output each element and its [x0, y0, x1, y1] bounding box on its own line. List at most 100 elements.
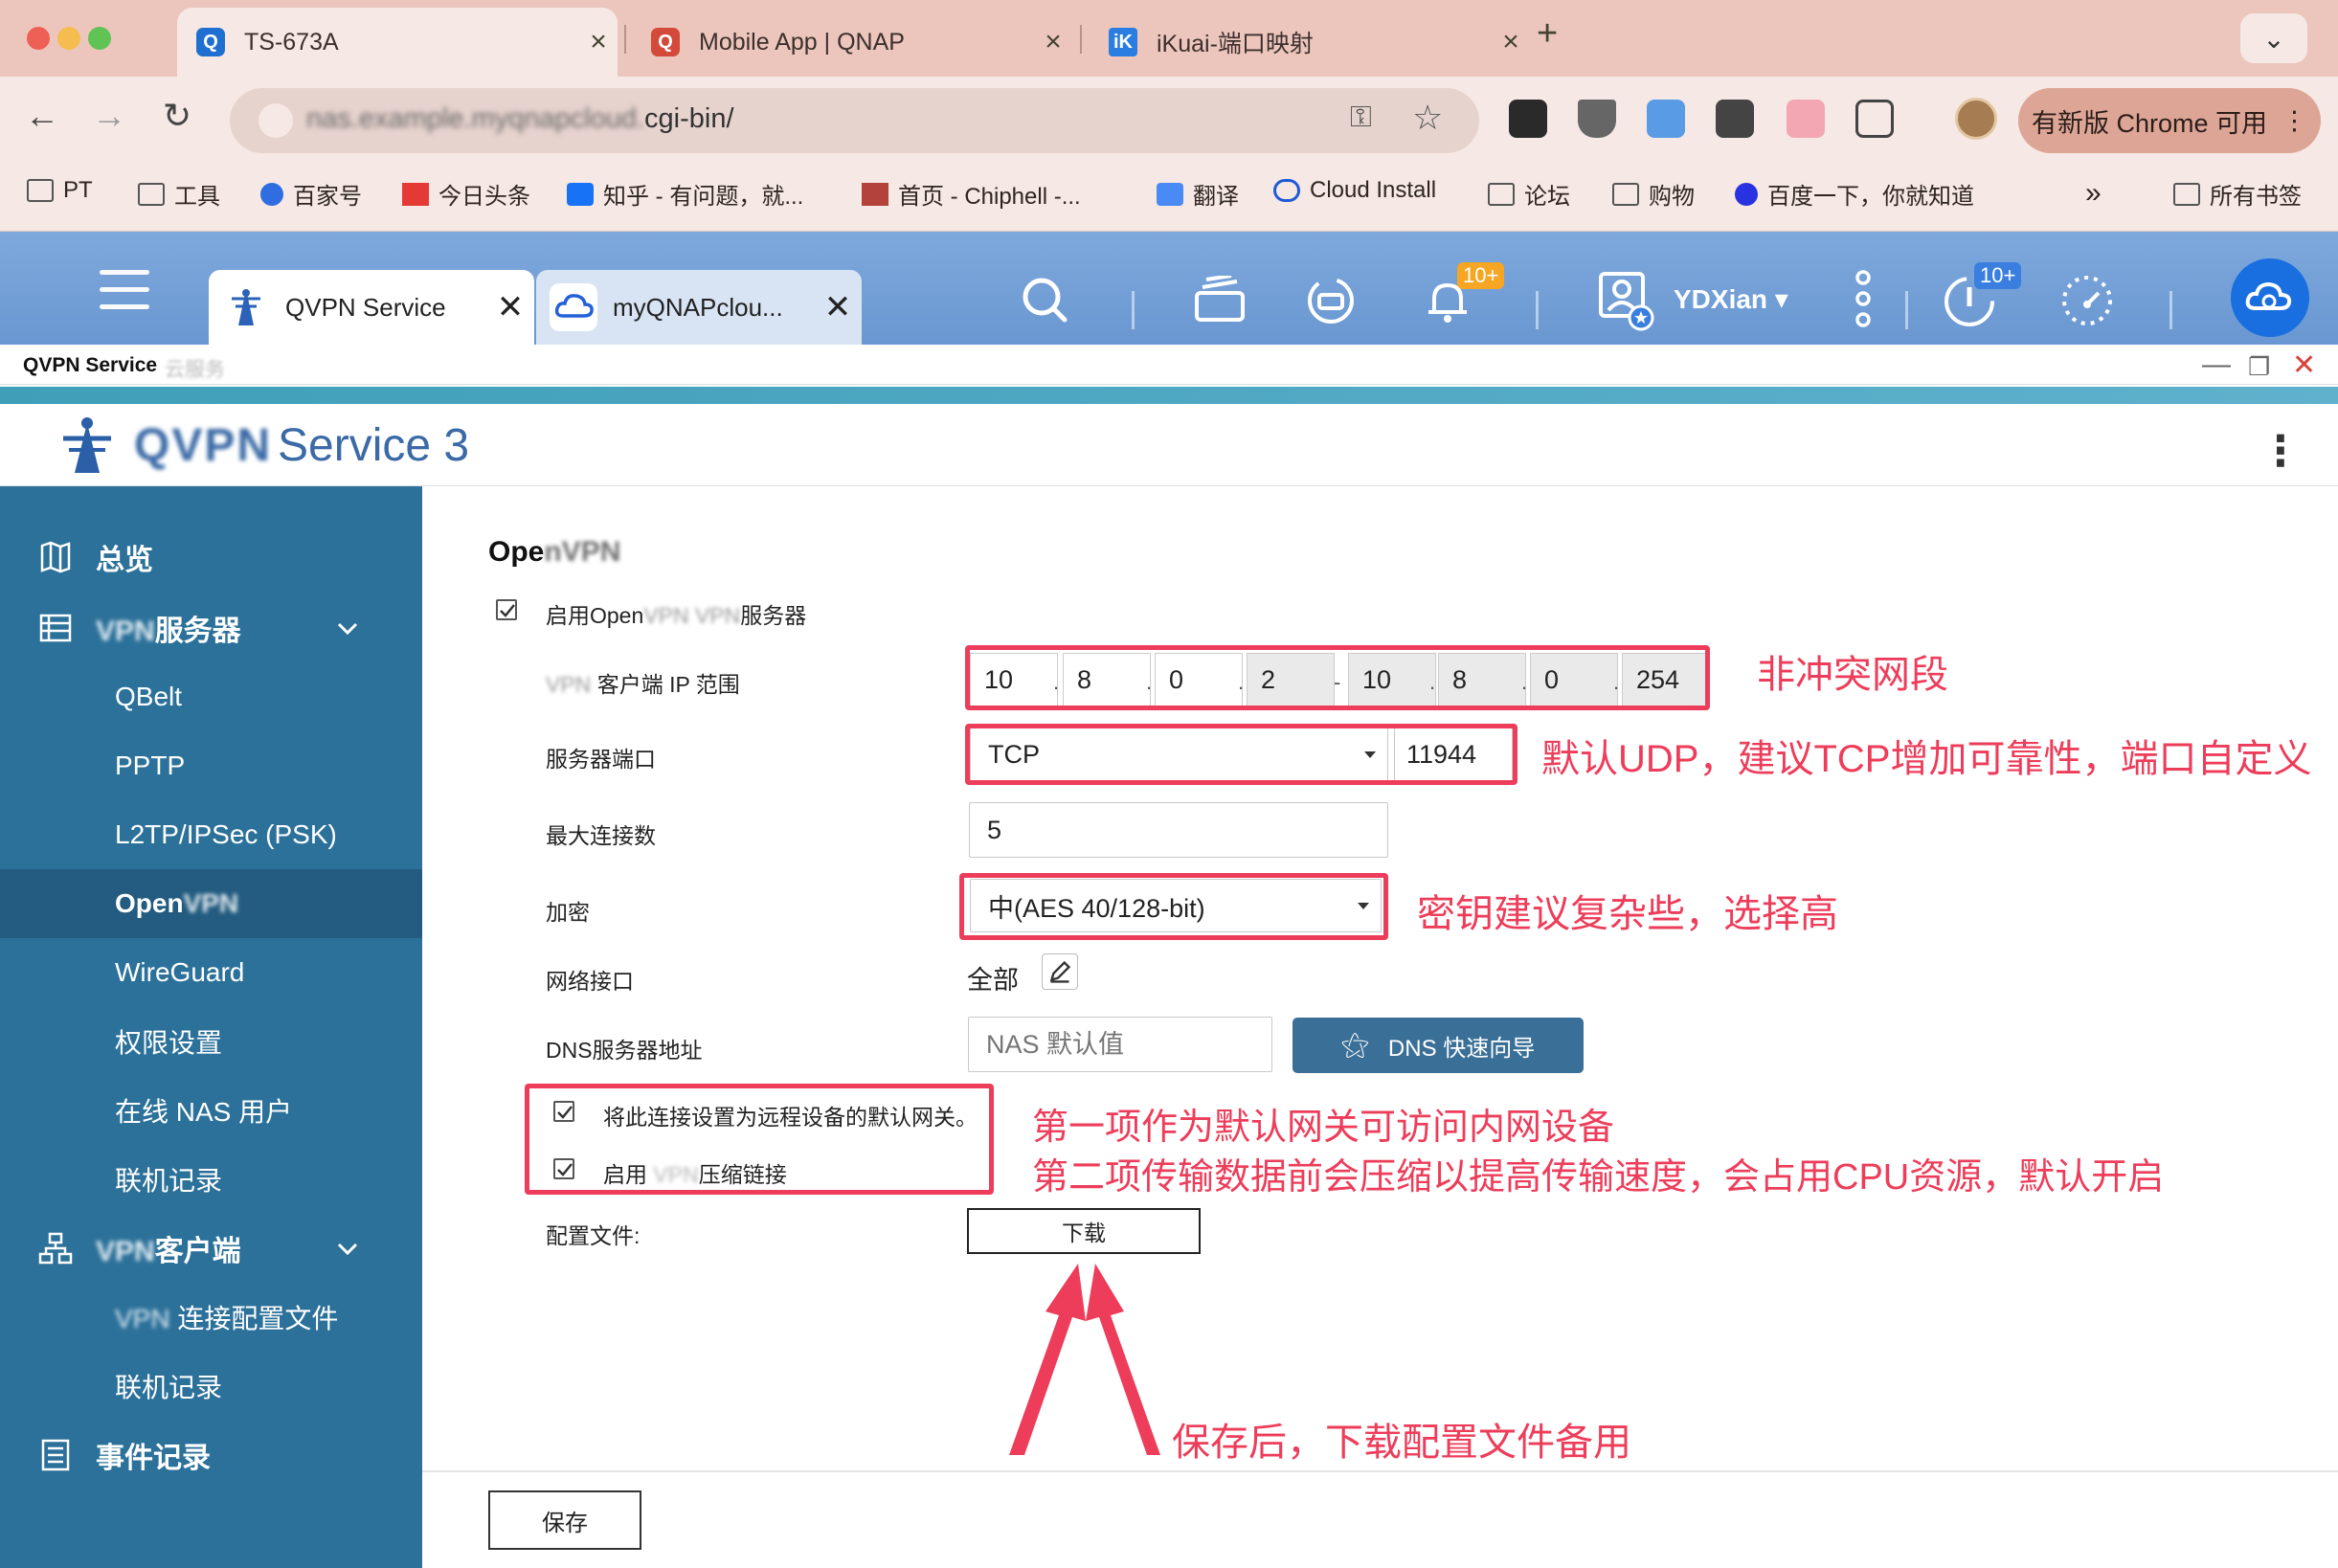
browser-tab-ts673a[interactable]: Q TS-673A × — [177, 8, 618, 77]
translate-extension-icon[interactable] — [1647, 100, 1685, 138]
site-info-icon[interactable] — [259, 103, 293, 138]
bookmark-label: 工具 — [174, 184, 220, 210]
background-tasks-icon[interactable] — [1193, 276, 1247, 324]
annotation-arrows — [1009, 1264, 1160, 1455]
back-arrow-icon[interactable]: ← — [25, 96, 59, 136]
restore-icon[interactable]: ❐ — [2248, 352, 2270, 382]
save-button[interactable]: 保存 — [488, 1490, 641, 1550]
sidebar-item-label: 联机记录 — [115, 1373, 223, 1402]
browser-tab-mobile-app[interactable]: Q Mobile App | QNAP × — [632, 8, 1072, 77]
external-device-icon[interactable] — [1304, 274, 1358, 327]
bookmark-forum[interactable]: 论坛 — [1488, 177, 1570, 211]
dns-wizard-button[interactable]: ⚝ DNS 快速向导 — [1293, 1018, 1584, 1073]
chrome-update-button[interactable]: 有新版 Chrome 可用 ⋮ — [2018, 88, 2321, 153]
profile-avatar[interactable] — [1955, 98, 1997, 140]
bookmark-zhihu[interactable]: 知乎 - 有问题，就... — [567, 177, 803, 211]
sidebar-item-overview[interactable]: 总览 — [0, 523, 422, 592]
reload-icon[interactable]: ↻ — [163, 96, 191, 136]
sidebar-item-label: PPTP — [115, 750, 186, 780]
bookmark-label: PT — [63, 177, 93, 203]
bookmark-baijiahao[interactable]: 百家号 — [260, 177, 362, 211]
sidebar-item-vpn-client[interactable]: VPN客户端 — [0, 1214, 422, 1283]
bookmark-pt[interactable]: PT — [27, 177, 93, 204]
user-avatar-icon[interactable] — [1597, 270, 1654, 331]
dns-input[interactable] — [968, 1017, 1272, 1072]
maximize-window-button[interactable] — [88, 27, 111, 50]
close-tab-icon[interactable]: × — [1492, 26, 1530, 58]
tab-separator — [1080, 25, 1082, 54]
sidebar-item-event-log[interactable]: 事件记录 — [0, 1421, 422, 1490]
sidebar-item-client-log[interactable]: 联机记录 — [0, 1352, 422, 1421]
sidebar-item-pptp[interactable]: PPTP — [0, 731, 422, 800]
main-menu-icon[interactable] — [100, 270, 149, 322]
minimize-window-button[interactable] — [57, 27, 80, 50]
more-options-icon[interactable] — [1854, 268, 1873, 329]
sidebar-item-l2tp[interactable]: L2TP/IPSec (PSK) — [0, 800, 422, 869]
more-bookmarks-chevron-icon[interactable]: » — [2085, 177, 2102, 210]
extension-icon[interactable] — [1509, 100, 1547, 138]
sidebar-item-openvpn[interactable]: OpenVPN — [0, 869, 422, 938]
annotation-port: 默认UDP，建议TCP增加可靠性，端口自定义 — [1541, 738, 2312, 780]
myqnapcloud-cloud-icon[interactable] — [2231, 258, 2309, 337]
annotation-encryption: 密钥建议复杂些，选择高 — [1417, 893, 1838, 935]
close-tab-icon[interactable]: × — [1034, 26, 1072, 58]
bookmark-tools[interactable]: 工具 — [138, 177, 220, 211]
toolbar-separator — [1132, 291, 1135, 329]
enable-openvpn-checkbox[interactable] — [496, 599, 517, 620]
sidebar-item-client-profiles[interactable]: VPN 连接配置文件 — [0, 1283, 422, 1352]
tab-search-chevron-icon[interactable]: ⌄ — [2240, 13, 2307, 63]
sidebar-item-online-users[interactable]: 在线 NAS 用户 — [0, 1076, 422, 1145]
bookmark-label: 购物 — [1649, 184, 1695, 210]
close-tab-icon[interactable]: × — [579, 26, 618, 58]
annotation-compression: 第二项传输数据前会压缩以提高传输速度，会占用CPU资源，默认开启 — [1032, 1157, 2165, 1198]
bookmark-shopping[interactable]: 购物 — [1612, 177, 1695, 211]
arrow-left — [1009, 1264, 1086, 1455]
folder-icon — [2173, 182, 2200, 206]
sidebar-item-wireguard[interactable]: WireGuard — [0, 938, 422, 1007]
close-icon[interactable]: ✕ — [2292, 348, 2316, 382]
browser-tab-ikuai[interactable]: iK iKuai-端口映射 × — [1090, 8, 1530, 77]
password-key-icon[interactable]: ⚿ — [1350, 101, 1372, 134]
all-bookmarks[interactable]: 所有书签 — [2173, 177, 2302, 211]
ikuai-favicon-icon: iK — [1109, 28, 1137, 56]
puzzle-extensions-icon[interactable] — [1855, 100, 1894, 138]
shield-extension-icon[interactable] — [1578, 100, 1616, 138]
max-connections-input[interactable]: 5 — [969, 802, 1388, 858]
network-interface-label: 网络接口 — [546, 969, 634, 994]
window-title: QVPN Service — [23, 354, 158, 376]
close-window-button[interactable] — [27, 27, 50, 50]
port-label: 服务器端口 — [546, 747, 656, 772]
download-config-button[interactable]: 下载 — [967, 1208, 1201, 1254]
search-icon[interactable] — [1019, 274, 1070, 325]
qts-tab-myqnapcloud[interactable]: myQNAPclou... ✕ — [536, 270, 862, 345]
bookmark-star-icon[interactable]: ☆ — [1412, 98, 1443, 138]
url-text: nas.example.myqnapcloud.cgi-bin/ — [306, 103, 734, 135]
tool-extension-icon[interactable] — [1716, 100, 1754, 138]
sidebar-item-vpn-server[interactable]: VPN服务器 — [0, 594, 422, 662]
sidebar-item-privileges[interactable]: 权限设置 — [0, 1007, 422, 1076]
username-menu[interactable]: YDXian ▾ — [1674, 283, 1788, 315]
sidebar-item-qbelt[interactable]: QBelt — [0, 662, 422, 731]
close-tab-icon[interactable]: ✕ — [814, 288, 862, 326]
blurred-text: VPN — [115, 1304, 170, 1333]
forward-arrow-icon[interactable]: → — [92, 96, 126, 136]
dashboard-gauge-icon[interactable] — [2058, 272, 2116, 329]
chevron-down-icon[interactable] — [335, 1236, 360, 1261]
new-tab-button[interactable]: + — [1537, 13, 1558, 55]
bookmark-chiphell[interactable]: 首页 - Chiphell -... — [862, 177, 1081, 211]
bookmark-translate[interactable]: 翻译 — [1157, 177, 1239, 211]
minimize-icon[interactable]: — — [2202, 348, 2231, 381]
bookmark-baidu[interactable]: 百度一下，你就知道 — [1735, 177, 1974, 211]
sidebar-item-connection-log[interactable]: 联机记录 — [0, 1145, 422, 1214]
annotation-download: 保存后，下载配置文件备用 — [1172, 1422, 1631, 1464]
bookmark-toutiao[interactable]: 今日头条 — [402, 177, 530, 211]
bilibili-extension-icon[interactable] — [1787, 100, 1825, 138]
edit-pencil-icon[interactable] — [1042, 953, 1078, 990]
app-menu-icon[interactable]: ⋮ — [2259, 427, 2302, 476]
qts-tab-qvpn[interactable]: QVPN Service ✕ — [209, 270, 534, 345]
close-tab-icon[interactable]: ✕ — [486, 288, 534, 326]
bookmark-cloud-install[interactable]: Cloud Install — [1273, 177, 1436, 204]
chevron-down-icon[interactable] — [335, 616, 360, 640]
sidebar-item-label: L2TP/IPSec (PSK) — [115, 819, 337, 849]
address-bar[interactable]: nas.example.myqnapcloud.cgi-bin/ ⚿ ☆ — [230, 88, 1479, 153]
